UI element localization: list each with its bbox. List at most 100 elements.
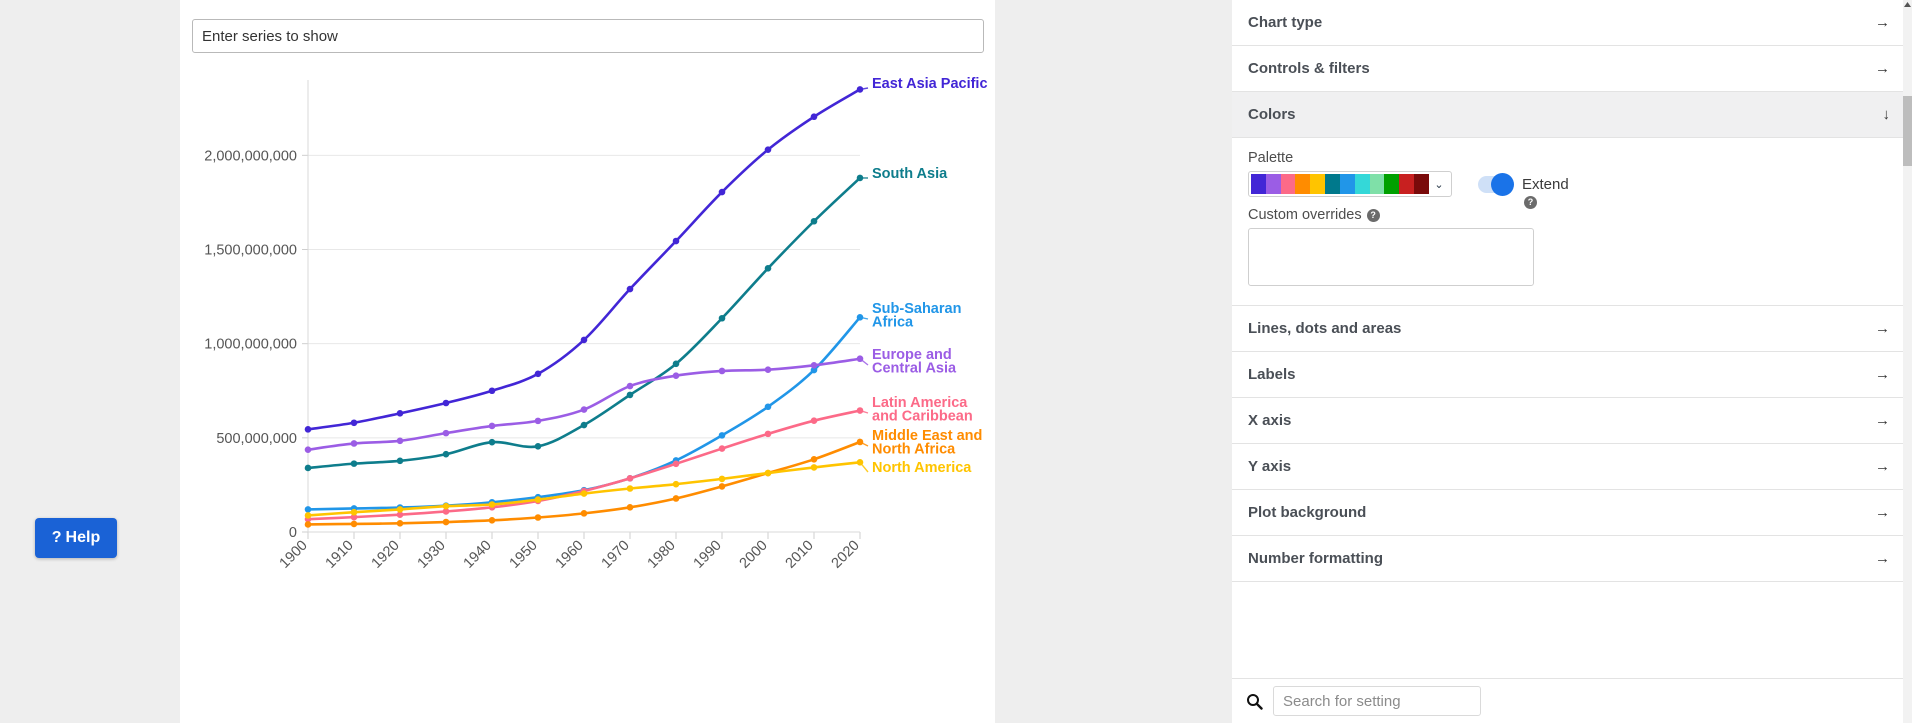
data-point[interactable]	[672, 372, 680, 379]
settings-rows-bottom: Lines, dots and areas → Labels → X axis → Y ax…	[1232, 306, 1904, 582]
data-point[interactable]	[396, 457, 404, 465]
data-point[interactable]	[764, 430, 772, 438]
data-point[interactable]	[626, 485, 634, 492]
data-point[interactable]	[304, 521, 312, 528]
data-point[interactable]	[580, 490, 588, 497]
settings-row-lines-dots-and-areas[interactable]: Lines, dots and areas →	[1232, 306, 1904, 352]
data-point[interactable]	[534, 417, 542, 425]
series-label[interactable]: Middle East and North Africa	[872, 428, 982, 458]
settings-row-labels[interactable]: Labels →	[1232, 352, 1904, 398]
data-point[interactable]	[718, 432, 726, 439]
palette-select[interactable]: ⌄	[1248, 171, 1452, 197]
custom-overrides-textarea[interactable]	[1248, 228, 1534, 286]
setting-search-input[interactable]	[1273, 686, 1481, 716]
y-axis-tick-label: 500,000,000	[216, 431, 297, 447]
data-point[interactable]	[534, 496, 542, 503]
data-point[interactable]	[764, 469, 772, 477]
data-point[interactable]	[672, 460, 680, 468]
custom-overrides-help-icon[interactable]: ?	[1366, 208, 1380, 222]
data-point[interactable]	[580, 406, 588, 413]
series-label[interactable]: Sub-Saharan Africa	[872, 301, 961, 331]
data-point[interactable]	[626, 382, 634, 390]
data-point[interactable]	[764, 265, 772, 272]
data-point[interactable]	[626, 285, 634, 293]
data-point[interactable]	[764, 366, 772, 373]
data-point[interactable]	[672, 480, 680, 488]
data-point[interactable]	[488, 517, 496, 524]
series-label[interactable]: Latin America and Caribbean	[872, 395, 973, 425]
data-point[interactable]	[396, 410, 404, 417]
data-point[interactable]	[396, 437, 404, 445]
settings-row-number-formatting[interactable]: Number formatting →	[1232, 536, 1904, 582]
data-point[interactable]	[764, 146, 772, 153]
help-button[interactable]: ? Help	[35, 518, 117, 558]
series-input[interactable]	[192, 19, 984, 53]
series-label[interactable]: Europe and Central Asia	[872, 347, 957, 377]
data-point[interactable]	[718, 483, 726, 490]
data-point[interactable]	[718, 367, 726, 375]
data-point[interactable]	[488, 422, 496, 430]
data-point[interactable]	[626, 391, 634, 399]
data-point[interactable]	[810, 464, 818, 471]
data-point[interactable]	[350, 508, 358, 516]
data-point[interactable]	[304, 464, 312, 472]
data-point[interactable]	[810, 113, 818, 121]
data-point[interactable]	[672, 360, 680, 368]
series-label-line: North America	[872, 460, 972, 476]
data-point[interactable]	[304, 512, 312, 519]
data-point[interactable]	[442, 399, 450, 407]
data-point[interactable]	[626, 475, 634, 482]
series-label-line: and Caribbean	[872, 409, 973, 425]
data-point[interactable]	[718, 475, 726, 483]
data-point[interactable]	[672, 495, 680, 502]
data-point[interactable]	[718, 188, 726, 196]
data-point[interactable]	[534, 370, 542, 378]
data-point[interactable]	[396, 506, 404, 513]
series-label[interactable]: East Asia Pacific	[872, 76, 988, 92]
series-label[interactable]: North America	[872, 460, 972, 476]
data-point[interactable]	[672, 237, 680, 245]
panel-scrollbar-track[interactable]	[1903, 0, 1912, 723]
setting-search-bar	[1232, 678, 1904, 723]
data-point[interactable]	[810, 417, 818, 424]
data-point[interactable]	[442, 450, 450, 458]
data-point[interactable]	[626, 504, 634, 511]
data-point[interactable]	[580, 336, 588, 344]
data-point[interactable]	[810, 217, 818, 225]
data-point[interactable]	[718, 314, 726, 322]
data-point[interactable]	[810, 362, 818, 369]
data-point[interactable]	[718, 445, 726, 452]
data-point[interactable]	[350, 460, 358, 467]
data-point[interactable]	[534, 514, 542, 521]
extend-help-icon[interactable]: ?	[1524, 195, 1537, 209]
settings-row-chart-type[interactable]: Chart type →	[1232, 0, 1904, 46]
data-point[interactable]	[396, 520, 404, 527]
data-point[interactable]	[488, 387, 496, 395]
data-point[interactable]	[442, 502, 450, 510]
data-point[interactable]	[304, 426, 312, 433]
data-point[interactable]	[304, 446, 312, 454]
settings-row-controls-filters[interactable]: Controls & filters →	[1232, 46, 1904, 92]
settings-row-colors[interactable]: Colors ↓	[1232, 92, 1904, 138]
data-point[interactable]	[534, 443, 542, 450]
data-point[interactable]	[442, 518, 450, 526]
data-point[interactable]	[810, 456, 818, 463]
scroll-up-icon[interactable]	[1903, 0, 1912, 10]
settings-row-y-axis[interactable]: Y axis →	[1232, 444, 1904, 490]
data-point[interactable]	[488, 438, 496, 446]
settings-row-x-axis[interactable]: X axis →	[1232, 398, 1904, 444]
series-label[interactable]: South Asia	[872, 166, 948, 182]
data-point[interactable]	[442, 429, 450, 437]
data-point[interactable]	[350, 520, 358, 528]
data-point[interactable]	[580, 510, 588, 517]
panel-scrollbar-thumb[interactable]	[1903, 96, 1912, 166]
data-point[interactable]	[764, 403, 772, 411]
settings-row-plot-background[interactable]: Plot background →	[1232, 490, 1904, 536]
data-point[interactable]	[350, 419, 358, 427]
extend-toggle[interactable]	[1478, 172, 1514, 196]
data-point[interactable]	[350, 440, 358, 447]
data-point[interactable]	[304, 506, 312, 513]
data-point[interactable]	[580, 421, 588, 429]
workspace: 0 500,000,000 1,000,000,000 1,500,000,000 2,…	[0, 0, 1232, 723]
data-point[interactable]	[488, 501, 496, 508]
